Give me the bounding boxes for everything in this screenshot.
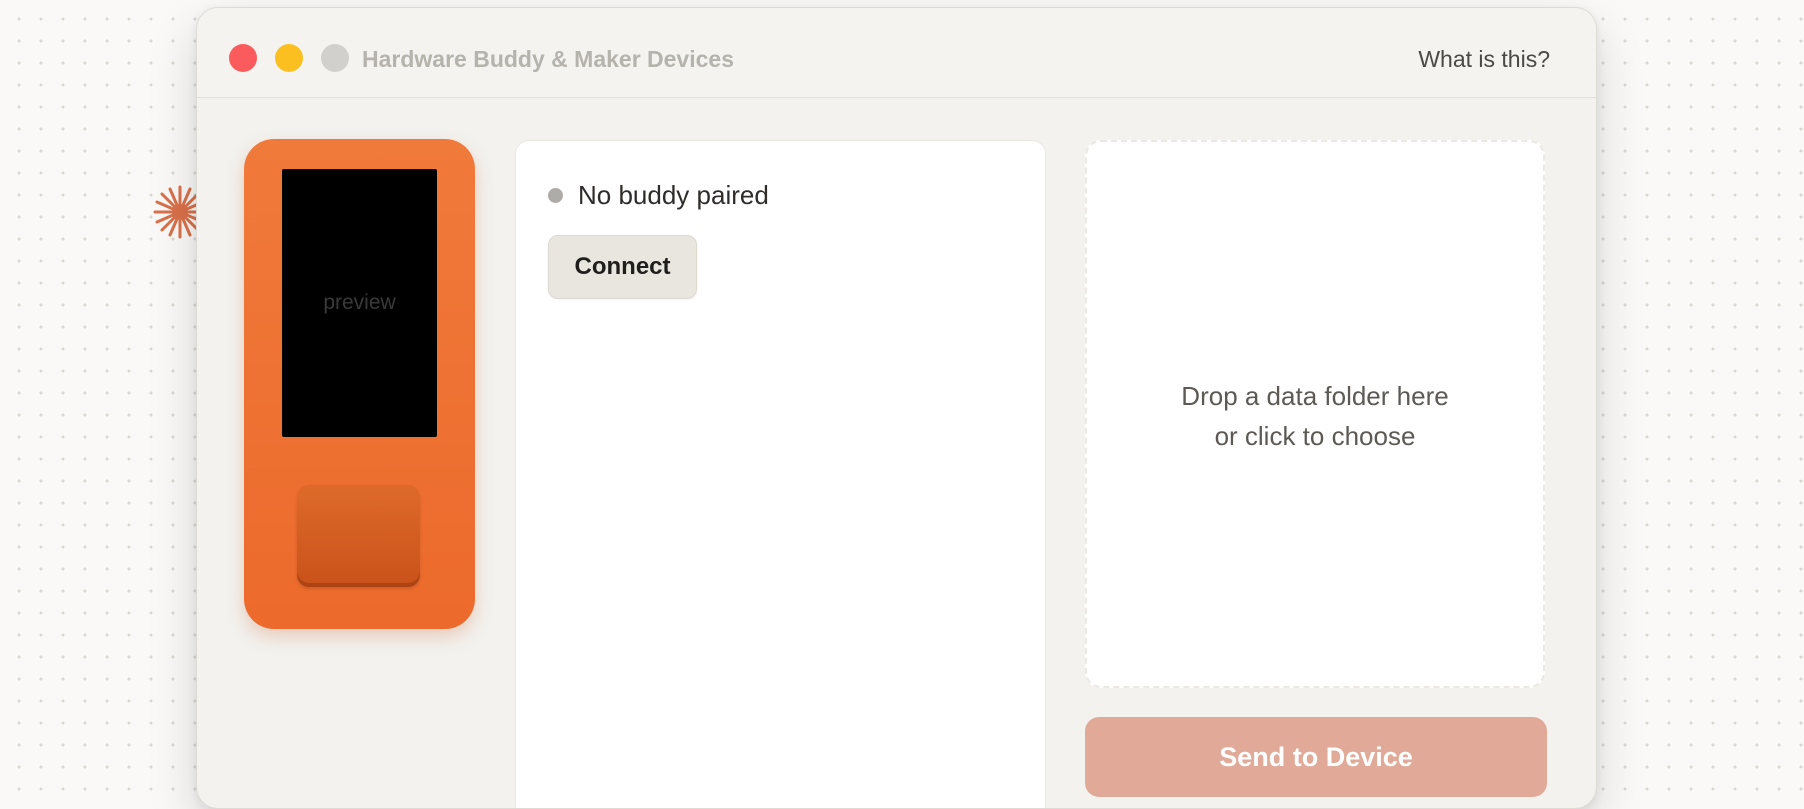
- device-screen: preview: [282, 169, 437, 437]
- data-folder-dropzone[interactable]: Drop a data folder here or click to choo…: [1085, 140, 1545, 688]
- status-dot-icon: [548, 188, 563, 203]
- dropzone-text: Drop a data folder here or click to choo…: [1087, 376, 1543, 456]
- what-is-this-link[interactable]: What is this?: [1418, 46, 1550, 73]
- dropzone-line-2: or click to choose: [1214, 421, 1416, 451]
- device-hardware-button[interactable]: [297, 485, 420, 587]
- device-screen-label: preview: [323, 291, 396, 314]
- pairing-status-text: No buddy paired: [578, 180, 769, 210]
- connect-button[interactable]: Connect: [548, 235, 697, 299]
- title-bar: Hardware Buddy & Maker Devices What is t…: [197, 8, 1596, 98]
- zoom-window-button[interactable]: [321, 44, 349, 72]
- window-title: Hardware Buddy & Maker Devices: [362, 46, 734, 72]
- send-to-device-button[interactable]: Send to Device: [1085, 717, 1547, 797]
- app-window: Hardware Buddy & Maker Devices What is t…: [196, 7, 1597, 809]
- device-preview: preview: [244, 139, 475, 629]
- pairing-panel: No buddy paired Connect: [515, 140, 1046, 808]
- dropzone-line-1: Drop a data folder here: [1181, 381, 1449, 411]
- minimize-window-button[interactable]: [275, 44, 303, 72]
- close-window-button[interactable]: [229, 44, 257, 72]
